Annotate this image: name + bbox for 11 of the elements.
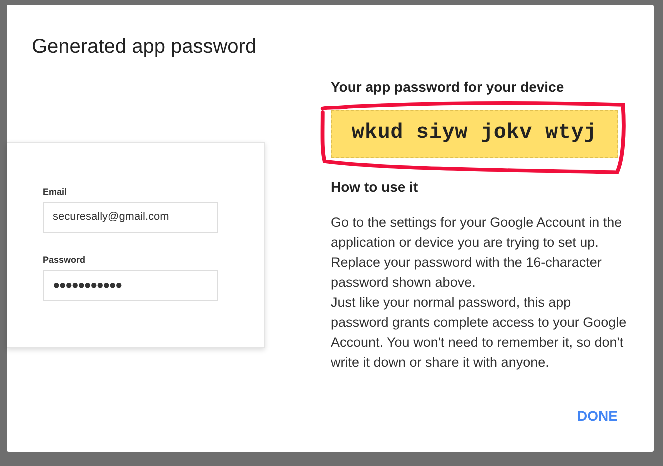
- dialog-title: Generated app password: [31, 35, 258, 59]
- done-button[interactable]: DONE: [578, 408, 618, 424]
- app-password: wkud siyw jokv wtyj: [331, 110, 618, 158]
- field-label: Password: [43, 255, 87, 265]
- instruction-text: Just like your normal password, this app password grants complete access to your Google Account. You won't need to remember it, so don't write it down or share it with anyone.: [331, 294, 628, 372]
- field-label: Email: [43, 187, 68, 197]
- input-field[interactable]: ●●●●●●●●●●●: [43, 270, 218, 301]
- section-heading: Your app password for your device: [331, 78, 566, 96]
- instruction-text: Go to the settings for your Google Account in the application or device you are trying to set up. Replace your password with the 16-character password shown above.: [331, 214, 624, 292]
- input-field[interactable]: securesally@gmail.com: [43, 202, 218, 233]
- section-heading: How to use it: [331, 178, 420, 196]
